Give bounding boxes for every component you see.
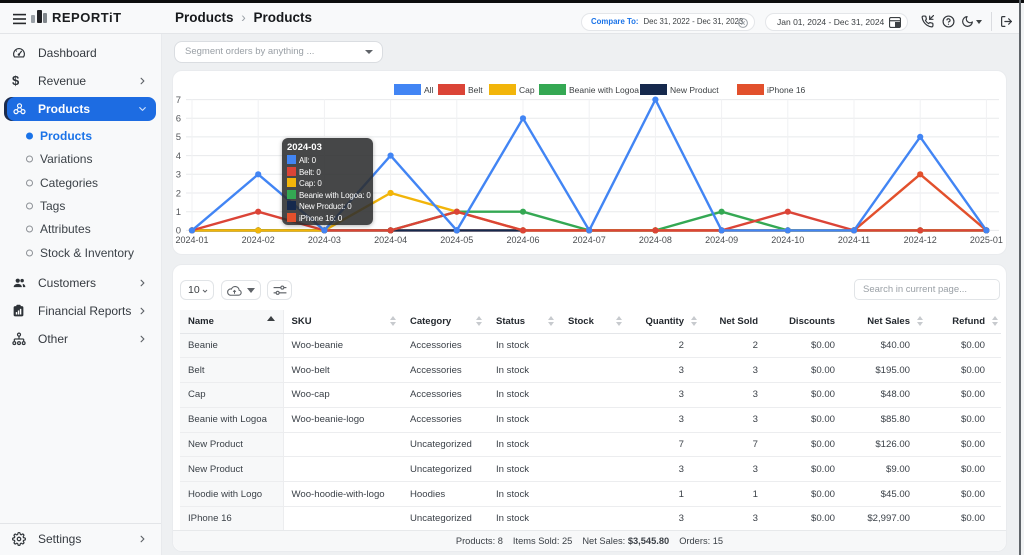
- svg-text:2024-04: 2024-04: [374, 235, 407, 245]
- svg-text:2024-09: 2024-09: [705, 235, 738, 245]
- svg-text:2025-01: 2025-01: [970, 235, 1003, 245]
- svg-text:2024-11: 2024-11: [838, 235, 870, 245]
- svg-text:2024-01: 2024-01: [175, 235, 208, 245]
- svg-text:4: 4: [176, 151, 181, 162]
- svg-text:7: 7: [176, 95, 181, 106]
- svg-text:3: 3: [176, 170, 181, 181]
- svg-text:2024-10: 2024-10: [771, 235, 804, 245]
- svg-text:6: 6: [176, 114, 181, 125]
- svg-text:2024-03: 2024-03: [308, 235, 341, 245]
- svg-text:2024-02: 2024-02: [242, 235, 275, 245]
- svg-text:2024-07: 2024-07: [573, 235, 606, 245]
- svg-text:2024-12: 2024-12: [904, 235, 937, 245]
- svg-text:2: 2: [176, 188, 181, 199]
- svg-text:1: 1: [176, 207, 181, 218]
- svg-text:2024-06: 2024-06: [506, 235, 539, 245]
- svg-text:2024-08: 2024-08: [639, 235, 672, 245]
- svg-text:2024-05: 2024-05: [440, 235, 473, 245]
- svg-text:5: 5: [176, 132, 181, 143]
